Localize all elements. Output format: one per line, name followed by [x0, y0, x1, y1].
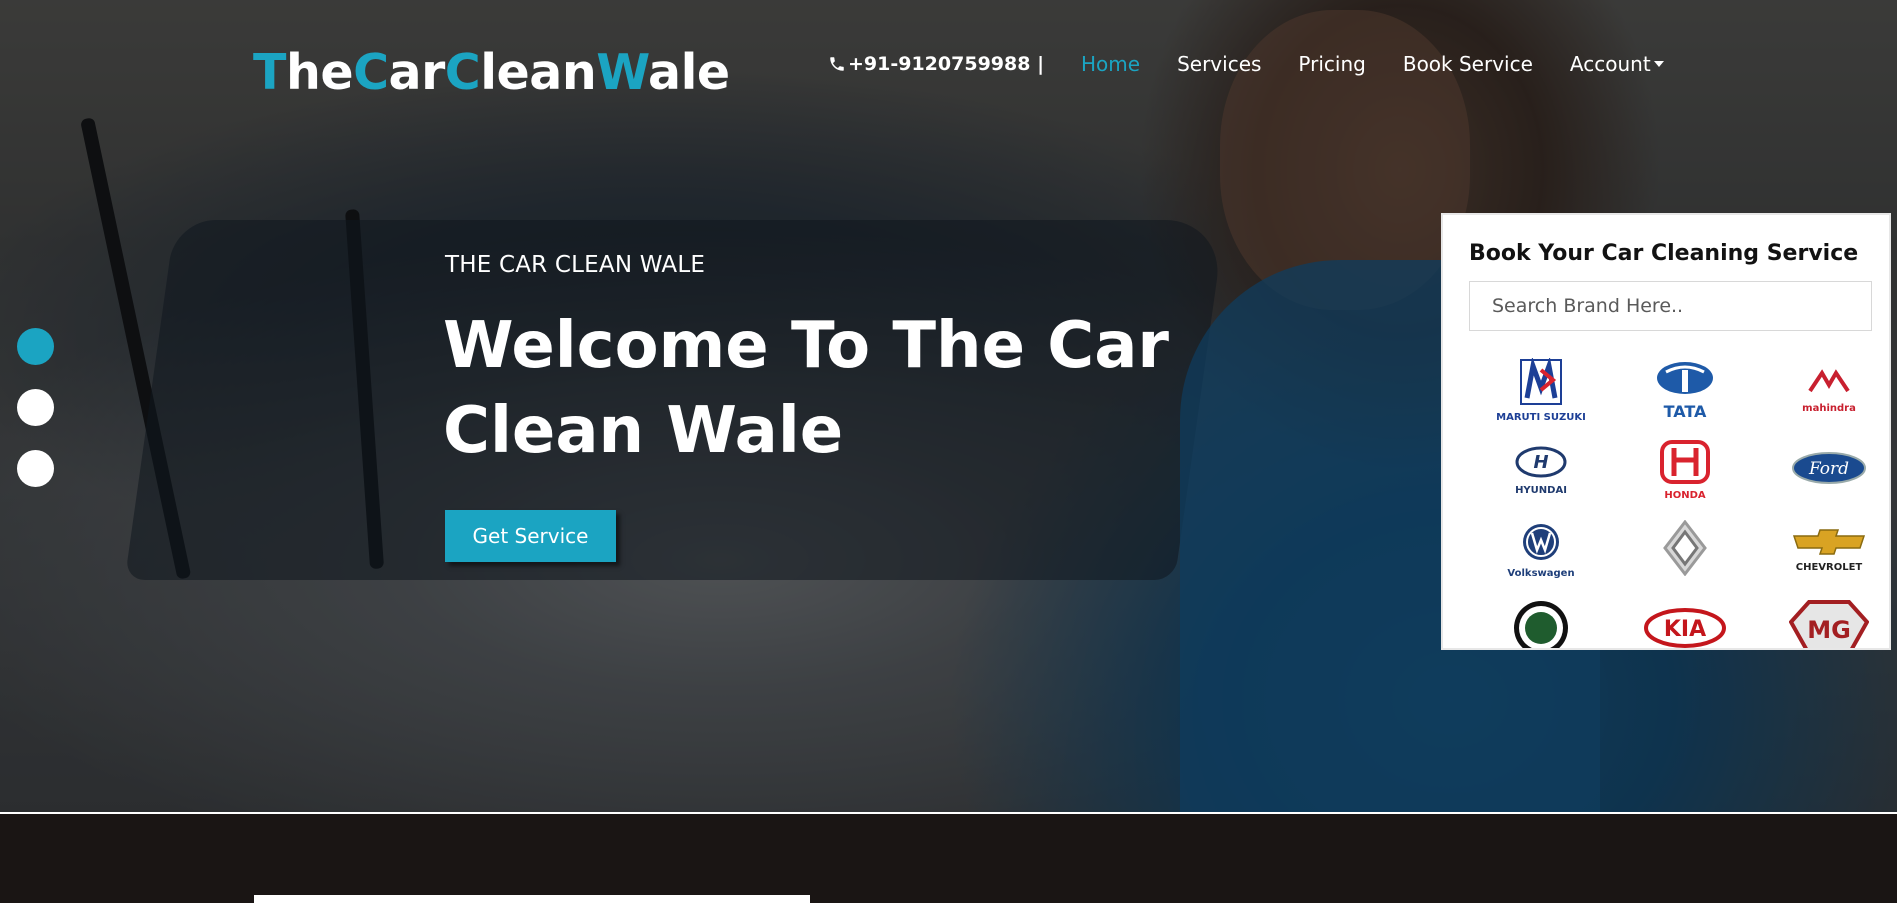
brand-name: MARUTI SUZUKI [1496, 411, 1586, 423]
brand-grid: MARUTI SUZUKI TATA mahindra H HYUNDAI HONDA Fo… [1469, 350, 1889, 648]
mg-icon: MG [1788, 598, 1870, 648]
brand-name: TATA [1663, 401, 1707, 421]
nav-pricing[interactable]: Pricing [1298, 52, 1365, 76]
kia-icon: KIA [1644, 608, 1726, 648]
logo-part: he [285, 44, 354, 101]
chevrolet-icon [1790, 528, 1868, 560]
phone-contact[interactable]: +91-9120759988 | [828, 53, 1044, 75]
brand-name: Volkswagen [1507, 567, 1575, 579]
logo-part: lean [480, 44, 597, 101]
brand-option[interactable]: Ford [1757, 430, 1889, 510]
nav-book-service[interactable]: Book Service [1403, 52, 1533, 76]
honda-icon [1656, 439, 1714, 488]
phone-number: +91-9120759988 | [848, 53, 1045, 75]
brand-name: HONDA [1664, 489, 1706, 501]
nav-account-dropdown[interactable]: Account [1570, 52, 1664, 76]
logo-part: C [444, 44, 481, 101]
brand-option[interactable]: HONDA [1613, 430, 1757, 510]
brand-option[interactable]: KIA [1613, 590, 1757, 648]
nav-services[interactable]: Services [1177, 52, 1261, 76]
brand-option[interactable]: mahindra [1757, 350, 1889, 430]
ford-icon: Ford [1791, 451, 1867, 489]
logo-part: ale [648, 44, 730, 101]
logo-part: ar [388, 44, 446, 101]
main-nav: +91-9120759988 | Home Services Pricing B… [828, 52, 1664, 76]
brand-search-input[interactable] [1469, 281, 1872, 331]
booking-panel: Book Your Car Cleaning Service MARUTI SU… [1441, 213, 1891, 650]
brand-option[interactable] [1613, 510, 1757, 590]
svg-text:Ford: Ford [1808, 459, 1849, 479]
logo-part: C [353, 44, 389, 101]
volkswagen-icon [1521, 522, 1561, 566]
site-logo[interactable]: TheCarCleanWale [253, 44, 730, 101]
maruti-suzuki-icon [1519, 356, 1563, 410]
svg-text:MG: MG [1807, 616, 1851, 644]
brand-option[interactable]: Volkswagen [1469, 510, 1613, 590]
section-bar [254, 895, 810, 903]
chevron-down-icon [1653, 60, 1664, 67]
slider-dot-3[interactable] [17, 450, 54, 487]
brand-option[interactable]: TATA [1613, 350, 1757, 430]
brand-name: CHEVROLET [1795, 561, 1863, 573]
skoda-icon [1512, 599, 1570, 648]
svg-text:KIA: KIA [1664, 617, 1706, 642]
slider-dot-1[interactable] [17, 328, 54, 365]
get-service-button[interactable]: Get Service [445, 510, 616, 562]
hero-banner: TheCarCleanWale +91-9120759988 | Home Se… [0, 0, 1897, 812]
booking-panel-title: Book Your Car Cleaning Service [1469, 241, 1859, 266]
mahindra-icon [1804, 367, 1854, 401]
logo-part: W [596, 44, 649, 101]
hero-eyebrow: THE CAR CLEAN WALE [445, 252, 706, 278]
brand-option[interactable]: MG [1757, 590, 1889, 648]
nav-account-label: Account [1569, 52, 1651, 76]
slider-dot-2[interactable] [17, 389, 54, 426]
brand-option[interactable]: MARUTI SUZUKI [1469, 350, 1613, 430]
brand-option[interactable]: H HYUNDAI [1469, 430, 1613, 510]
brand-option[interactable]: CHEVROLET [1757, 510, 1889, 590]
logo-part: T [253, 44, 286, 101]
nav-home[interactable]: Home [1081, 52, 1140, 76]
brand-option[interactable] [1469, 590, 1613, 648]
brand-name: HYUNDAI [1515, 484, 1567, 496]
renault-icon [1663, 519, 1707, 580]
footer-band [0, 812, 1897, 903]
phone-icon [830, 57, 844, 71]
tata-icon [1654, 360, 1716, 400]
brand-name: mahindra [1802, 402, 1856, 414]
hero-headline: Welcome To The Car Clean Wale [443, 309, 1169, 468]
hyundai-icon: H [1514, 445, 1568, 483]
svg-text:H: H [1533, 452, 1548, 473]
